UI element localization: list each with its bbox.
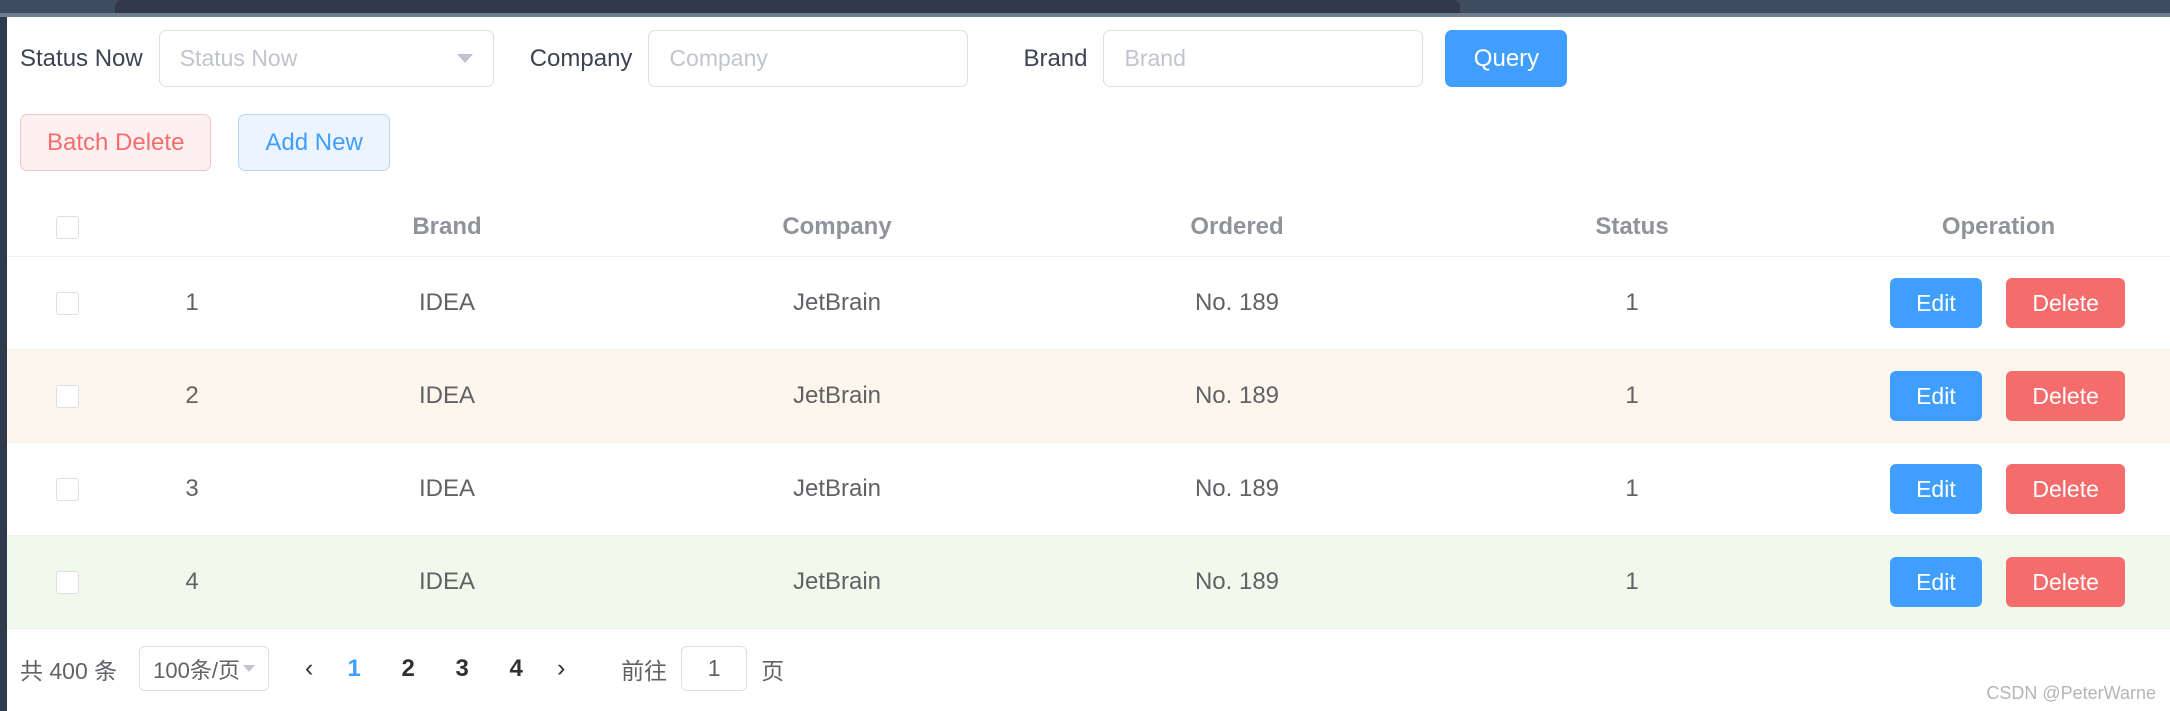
page-size-select[interactable]: 100条/页	[139, 646, 270, 691]
operation-header: Operation	[1827, 198, 2170, 257]
add-new-button[interactable]: Add New	[238, 114, 390, 171]
row-select-cell	[7, 256, 127, 350]
row-index: 3	[127, 442, 257, 536]
status-now-placeholder: Status Now	[179, 45, 298, 71]
select-all-checkbox[interactable]	[55, 216, 79, 240]
row-ordered: No. 189	[1037, 535, 1437, 629]
company-input[interactable]: Company	[648, 30, 969, 87]
row-checkbox[interactable]	[55, 571, 79, 595]
brand-input[interactable]: Brand	[1103, 30, 1424, 87]
row-company: JetBrain	[637, 442, 1037, 536]
company-header: Company	[637, 198, 1037, 257]
jump-to-label: 前往	[621, 657, 668, 684]
page-number-1[interactable]: 1	[333, 655, 375, 683]
row-operations: Edit Delete	[1827, 442, 2170, 536]
delete-button[interactable]: Delete	[2006, 371, 2125, 421]
page-number-4[interactable]: 4	[495, 655, 537, 683]
row-ordered: No. 189	[1037, 442, 1437, 536]
page-number-2[interactable]: 2	[387, 655, 429, 683]
row-ordered: No. 189	[1037, 349, 1437, 443]
row-operations: Edit Delete	[1827, 349, 2170, 443]
row-index: 2	[127, 349, 257, 443]
row-brand: IDEA	[257, 442, 637, 536]
pagination: 共 400 条 100条/页 ‹ 1 2 3 4 › 前往 页	[7, 629, 2170, 691]
row-status: 1	[1437, 349, 1827, 443]
row-brand: IDEA	[257, 349, 637, 443]
brand-header: Brand	[257, 198, 637, 257]
row-checkbox[interactable]	[55, 292, 79, 316]
table-header-row: Brand Company Ordered Status Operation	[7, 198, 2170, 257]
edit-button[interactable]: Edit	[1890, 278, 1982, 328]
total-count-label: 共 400 条	[20, 657, 118, 684]
chevron-down-icon	[243, 665, 256, 672]
jump-to-input[interactable]	[681, 646, 748, 691]
table-row[interactable]: 1 IDEA JetBrain No. 189 1 Edit Delete	[7, 256, 2170, 350]
page-left-gutter	[0, 17, 7, 711]
batch-delete-button[interactable]: Batch Delete	[20, 114, 212, 171]
delete-button[interactable]: Delete	[2006, 464, 2125, 514]
row-status: 1	[1437, 256, 1827, 350]
edit-button[interactable]: Edit	[1890, 371, 1982, 421]
table-row[interactable]: 4 IDEA JetBrain No. 189 1 Edit Delete	[7, 535, 2170, 629]
row-checkbox[interactable]	[55, 385, 79, 409]
prev-page-button[interactable]: ‹	[291, 654, 327, 683]
table-row[interactable]: 3 IDEA JetBrain No. 189 1 Edit Delete	[7, 442, 2170, 536]
delete-button[interactable]: Delete	[2006, 557, 2125, 607]
row-company: JetBrain	[637, 256, 1037, 350]
edit-button[interactable]: Edit	[1890, 557, 1982, 607]
brand-label: Brand	[1023, 44, 1088, 72]
browser-chrome-bar	[0, 0, 2170, 13]
edit-button[interactable]: Edit	[1890, 464, 1982, 514]
status-header: Status	[1437, 198, 1827, 257]
row-select-cell	[7, 535, 127, 629]
action-row: Batch Delete Add New	[7, 87, 2170, 171]
status-now-select[interactable]: Status Now	[158, 30, 494, 87]
ordered-header: Ordered	[1037, 198, 1437, 257]
row-company: JetBrain	[637, 535, 1037, 629]
index-header	[127, 198, 257, 257]
page-size-value: 100条/页	[153, 657, 240, 683]
table-head: Brand Company Ordered Status Operation	[7, 198, 2170, 257]
delete-button[interactable]: Delete	[2006, 278, 2125, 328]
table-row[interactable]: 2 IDEA JetBrain No. 189 1 Edit Delete	[7, 349, 2170, 443]
jump-to-suffix: 页	[761, 657, 785, 684]
records-table: Brand Company Ordered Status Operation 1…	[7, 198, 2170, 629]
row-operations: Edit Delete	[1827, 535, 2170, 629]
company-placeholder: Company	[669, 45, 768, 71]
row-index: 1	[127, 256, 257, 350]
row-select-cell	[7, 442, 127, 536]
watermark: CSDN @PeterWarne	[1986, 683, 2156, 703]
row-checkbox[interactable]	[55, 478, 79, 502]
status-now-label: Status Now	[20, 44, 143, 72]
chevron-down-icon	[456, 54, 473, 63]
page-number-3[interactable]: 3	[441, 655, 483, 683]
row-company: JetBrain	[637, 349, 1037, 443]
row-ordered: No. 189	[1037, 256, 1437, 350]
browser-active-tab[interactable]	[115, 0, 1460, 13]
brand-placeholder: Brand	[1124, 45, 1186, 71]
query-button[interactable]: Query	[1445, 30, 1568, 87]
company-label: Company	[529, 44, 633, 72]
row-operations: Edit Delete	[1827, 256, 2170, 350]
table-body: 1 IDEA JetBrain No. 189 1 Edit Delete 2 …	[7, 256, 2170, 629]
row-brand: IDEA	[257, 535, 637, 629]
next-page-button[interactable]: ›	[543, 654, 579, 683]
row-status: 1	[1437, 535, 1827, 629]
filter-bar: Status Now Status Now Company Company Br…	[7, 17, 2170, 87]
row-index: 4	[127, 535, 257, 629]
select-all-header	[7, 198, 127, 257]
row-select-cell	[7, 349, 127, 443]
app-page: Status Now Status Now Company Company Br…	[7, 17, 2170, 711]
row-status: 1	[1437, 442, 1827, 536]
row-brand: IDEA	[257, 256, 637, 350]
